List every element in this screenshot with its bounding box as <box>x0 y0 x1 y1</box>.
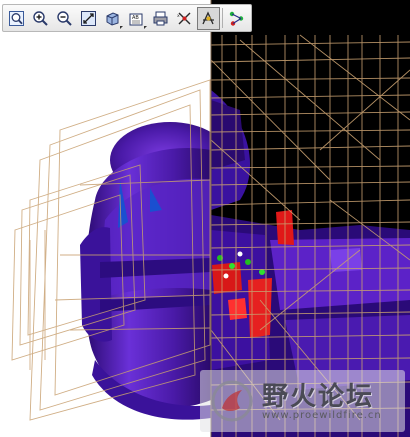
watermark-url: www.proewildfire.cn <box>262 410 382 421</box>
view-toolbar: AB x <box>2 4 252 32</box>
saved-views-button[interactable]: AB <box>125 7 148 30</box>
forum-watermark: 野火论坛 www.proewildfire.cn <box>200 370 405 432</box>
spin-center-button[interactable] <box>197 6 220 30</box>
mechanism-icon <box>229 11 244 26</box>
wildfire-logo-icon <box>211 380 253 422</box>
datum-display-button[interactable]: x <box>173 7 196 30</box>
datum-display-icon: x <box>177 12 191 24</box>
zoom-in-icon <box>33 10 48 26</box>
refit-button[interactable] <box>77 7 100 30</box>
zoom-fit-button[interactable] <box>5 7 28 30</box>
zoom-out-button[interactable] <box>53 7 76 30</box>
print-icon <box>153 11 168 25</box>
saved-views-icon: AB <box>129 13 143 25</box>
zoom-fit-icon <box>9 10 24 26</box>
print-button[interactable] <box>149 7 172 30</box>
shading-flyout-indicator <box>120 25 123 29</box>
svg-text:x: x <box>177 14 180 19</box>
mechanism-button[interactable] <box>225 7 248 30</box>
refit-icon <box>81 10 96 26</box>
spin-center-icon <box>202 10 214 24</box>
watermark-title: 野火论坛 <box>262 382 375 412</box>
zoom-out-icon <box>57 10 72 26</box>
shading-icon <box>106 11 119 26</box>
svg-text:AB: AB <box>132 15 139 21</box>
zoom-in-button[interactable] <box>29 7 52 30</box>
saved-views-flyout-indicator <box>144 25 147 29</box>
toolbar-separator <box>222 8 223 28</box>
shading-button[interactable] <box>101 7 124 30</box>
